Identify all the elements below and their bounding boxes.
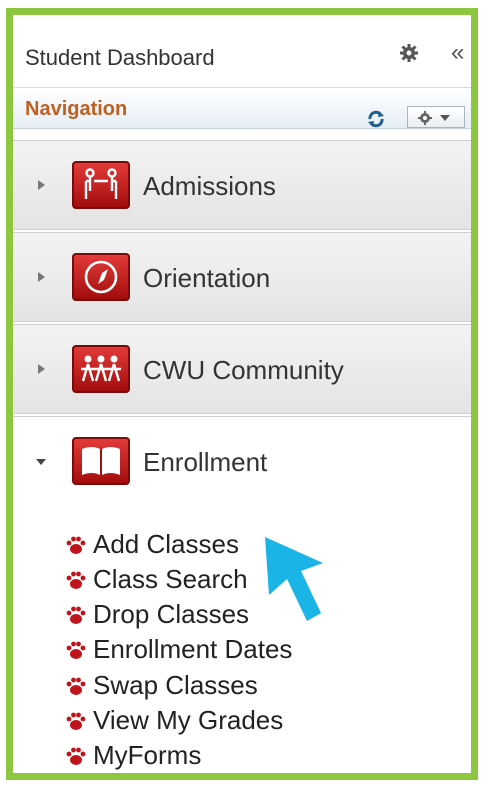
link-label: View My Grades	[93, 705, 284, 735]
link-drop-classes[interactable]: Drop Classes	[65, 599, 249, 629]
link-label: Enrollment Dates	[93, 634, 293, 664]
paw-icon	[66, 536, 86, 554]
link-label: Swap Classes	[93, 670, 258, 700]
community-people-icon	[72, 345, 130, 393]
compass-icon	[72, 253, 130, 301]
link-add-classes[interactable]: Add Classes	[65, 529, 239, 559]
people-handshake-icon	[72, 161, 130, 209]
link-label: Class Search	[93, 564, 248, 594]
paw-icon	[66, 747, 86, 765]
section-label: CWU Community	[143, 355, 344, 385]
section-enrollment[interactable]: Enrollment	[13, 416, 471, 506]
expand-arrow-icon	[38, 180, 45, 190]
section-label: Enrollment	[143, 447, 268, 477]
refresh-icon[interactable]	[365, 108, 387, 130]
gear-icon[interactable]	[399, 43, 419, 63]
panel-header: Student Dashboard «	[13, 15, 471, 87]
section-label: Orientation	[143, 263, 271, 293]
navigation-label: Navigation	[25, 98, 128, 120]
link-class-search[interactable]: Class Search	[65, 564, 248, 594]
section-orientation[interactable]: Orientation	[13, 232, 471, 322]
link-enrollment-dates[interactable]: Enrollment Dates	[65, 634, 292, 664]
open-book-icon	[72, 437, 130, 485]
section-admissions[interactable]: Admissions	[13, 140, 471, 230]
expand-arrow-icon	[38, 364, 45, 374]
collapse-arrow-icon	[36, 459, 46, 465]
section-cwu-community[interactable]: CWU Community	[13, 324, 471, 414]
section-label: Admissions	[143, 171, 276, 201]
link-label: Add Classes	[93, 529, 239, 559]
paw-icon	[66, 606, 86, 624]
navigation-options-button[interactable]	[407, 106, 465, 128]
paw-icon	[66, 677, 86, 695]
paw-icon	[66, 712, 86, 730]
gear-dropdown-icon	[418, 111, 450, 125]
link-view-my-grades[interactable]: View My Grades	[65, 705, 283, 735]
link-swap-classes[interactable]: Swap Classes	[65, 670, 258, 700]
panel-title: Student Dashboard	[25, 45, 215, 70]
paw-icon	[66, 571, 86, 589]
expand-arrow-icon	[38, 272, 45, 282]
paw-icon	[66, 641, 86, 659]
collapse-panel-button[interactable]: «	[451, 41, 464, 65]
student-dashboard-panel: Student Dashboard « Navigation Admission…	[6, 8, 478, 780]
pointer-cursor-icon	[265, 537, 323, 621]
link-label: Drop Classes	[93, 599, 250, 629]
link-myforms[interactable]: MyForms	[65, 740, 201, 770]
navigation-bar: Navigation	[13, 87, 471, 129]
link-label: MyForms	[93, 740, 202, 770]
